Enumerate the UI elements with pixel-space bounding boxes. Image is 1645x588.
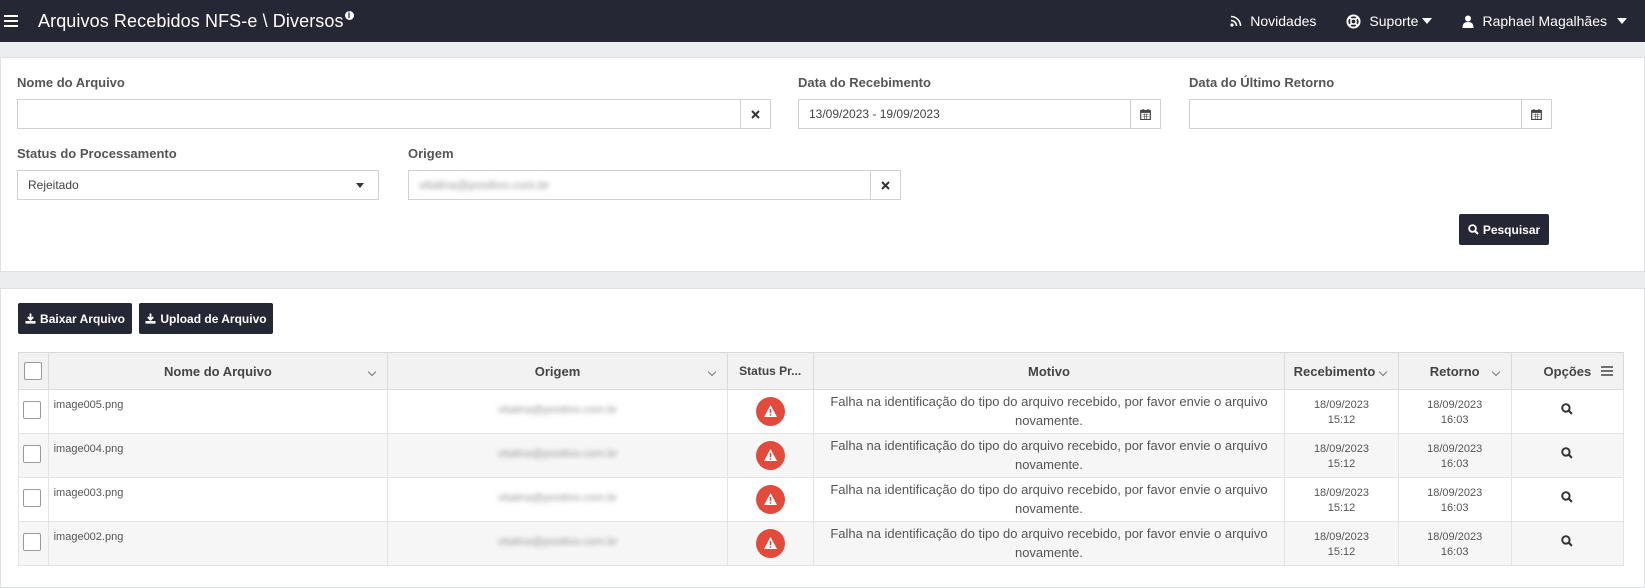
info-icon[interactable]: i	[344, 10, 354, 20]
retorno-time: 16:03	[1440, 458, 1469, 470]
data-ultimo-retorno-input[interactable]	[1189, 99, 1552, 129]
file-name: image004.png	[47, 433, 389, 478]
origin-email: vitalina@positivo.com.br	[497, 492, 618, 504]
novidades-link[interactable]: Novidades	[1230, 13, 1316, 29]
retorno-date: 18/09/2023	[1427, 399, 1483, 411]
retorno-date: 18/09/2023	[1427, 443, 1483, 455]
user-icon	[1462, 15, 1474, 28]
motivo-text: Falha na identificação do tipo do arquiv…	[812, 433, 1286, 478]
select-all-header	[18, 352, 49, 390]
col-opcoes: Opções	[1510, 352, 1625, 390]
status-processamento-select[interactable]: Rejeitado	[17, 170, 379, 200]
origin-email: vitalina@positivo.com.br	[497, 448, 618, 460]
chevron-down-icon	[1617, 18, 1627, 24]
clear-icon[interactable]	[740, 100, 770, 128]
recebimento-date: 18/09/2023	[1313, 443, 1369, 455]
col-recebimento[interactable]: Recebimento	[1284, 352, 1399, 390]
nome-arquivo-label: Nome do Arquivo	[17, 75, 125, 90]
recebimento-date: 18/09/2023	[1313, 399, 1369, 411]
motivo-text: Falha na identificação do tipo do arquiv…	[812, 389, 1286, 434]
table-header-row: Nome do Arquivo Origem Status Pr... Moti…	[18, 352, 1625, 390]
search-icon[interactable]	[1561, 403, 1574, 418]
table-row: image004.png vitalina@positivo.com.br Fa…	[18, 433, 1625, 478]
retorno-time: 16:03	[1440, 502, 1469, 514]
pesquisar-button[interactable]: Pesquisar	[1459, 214, 1549, 245]
warning-icon	[755, 485, 785, 514]
file-name: image005.png	[47, 389, 389, 434]
motivo-text: Falha na identificação do tipo do arquiv…	[812, 477, 1286, 522]
chevron-down-icon	[367, 367, 377, 377]
calendar-icon[interactable]	[1521, 100, 1551, 128]
column-menu-icon[interactable]	[1601, 364, 1613, 379]
navbar-right: Novidades Suporte Raphael Magalhães	[1200, 0, 1627, 42]
recebimento-time: 15:12	[1327, 502, 1356, 514]
recebimento-date: 18/09/2023	[1313, 531, 1369, 543]
origem-input[interactable]: vitalina@positivo.com.br	[408, 170, 901, 200]
chevron-down-icon	[356, 183, 364, 188]
upload-arquivo-button[interactable]: Upload de Arquivo	[139, 303, 273, 334]
chevron-down-icon	[707, 367, 717, 377]
search-icon[interactable]	[1561, 491, 1574, 506]
rss-icon	[1230, 15, 1242, 27]
hamburger-menu-icon[interactable]	[4, 15, 18, 27]
download-icon	[145, 313, 156, 324]
top-navbar: Arquivos Recebidos NFS-e \ Diversos i Nov…	[0, 0, 1645, 42]
retorno-date: 18/09/2023	[1427, 531, 1483, 543]
table-row: image002.png vitalina@positivo.com.br Fa…	[18, 521, 1625, 566]
recebimento-date: 18/09/2023	[1313, 487, 1369, 499]
warning-icon	[755, 441, 785, 470]
row-checkbox[interactable]	[23, 489, 41, 507]
origin-email: vitalina@positivo.com.br	[497, 536, 618, 548]
user-menu[interactable]: Raphael Magalhães	[1462, 13, 1627, 29]
table-row: image005.png vitalina@positivo.com.br Fa…	[18, 389, 1625, 434]
chevron-down-icon	[1491, 367, 1501, 377]
filter-panel: Nome do Arquivo Data do Recebimento 13/0…	[0, 57, 1645, 272]
row-checkbox[interactable]	[23, 401, 41, 419]
data-ultimo-retorno-label: Data do Último Retorno	[1189, 75, 1335, 90]
row-checkbox[interactable]	[23, 533, 41, 551]
suporte-dropdown[interactable]: Suporte	[1346, 13, 1433, 29]
table-row: image003.png vitalina@positivo.com.br Fa…	[18, 477, 1625, 522]
file-name: image002.png	[47, 521, 389, 566]
baixar-arquivo-button[interactable]: Baixar Arquivo	[18, 303, 132, 334]
data-recebimento-input[interactable]: 13/09/2023 - 19/09/2023	[798, 99, 1161, 129]
col-origem[interactable]: Origem	[387, 352, 728, 390]
col-motivo[interactable]: Motivo	[812, 352, 1286, 390]
results-table: Nome do Arquivo Origem Status Pr... Moti…	[18, 352, 1625, 566]
search-icon	[1468, 224, 1479, 235]
search-icon[interactable]	[1561, 447, 1574, 462]
search-icon[interactable]	[1561, 535, 1574, 550]
col-status[interactable]: Status Pr...	[726, 352, 814, 390]
row-checkbox[interactable]	[23, 445, 41, 463]
lifebuoy-icon	[1346, 13, 1361, 29]
clear-icon[interactable]	[870, 171, 900, 199]
nome-arquivo-input[interactable]	[17, 99, 771, 129]
origem-label: Origem	[408, 146, 454, 161]
motivo-text: Falha na identificação do tipo do arquiv…	[812, 521, 1286, 566]
retorno-time: 16:03	[1440, 546, 1469, 558]
recebimento-time: 15:12	[1327, 458, 1356, 470]
origin-email: vitalina@positivo.com.br	[497, 404, 618, 416]
page-title: Arquivos Recebidos NFS-e \ Diversos i	[38, 10, 354, 32]
select-all-checkbox[interactable]	[24, 362, 43, 380]
warning-icon	[755, 529, 785, 558]
results-panel: Baixar Arquivo Upload de Arquivo Nome do…	[0, 288, 1645, 588]
download-icon	[25, 313, 36, 324]
chevron-down-icon	[1422, 18, 1433, 24]
calendar-icon[interactable]	[1130, 100, 1160, 128]
retorno-time: 16:03	[1440, 414, 1469, 426]
status-processamento-label: Status do Processamento	[17, 146, 177, 161]
col-nome-arquivo[interactable]: Nome do Arquivo	[47, 352, 389, 390]
recebimento-time: 15:12	[1327, 546, 1356, 558]
warning-icon	[755, 397, 785, 426]
col-retorno[interactable]: Retorno	[1397, 352, 1512, 390]
data-recebimento-label: Data do Recebimento	[798, 75, 931, 90]
retorno-date: 18/09/2023	[1427, 487, 1483, 499]
chevron-down-icon	[1378, 367, 1387, 377]
recebimento-time: 15:12	[1327, 414, 1356, 426]
file-name: image003.png	[47, 477, 389, 522]
